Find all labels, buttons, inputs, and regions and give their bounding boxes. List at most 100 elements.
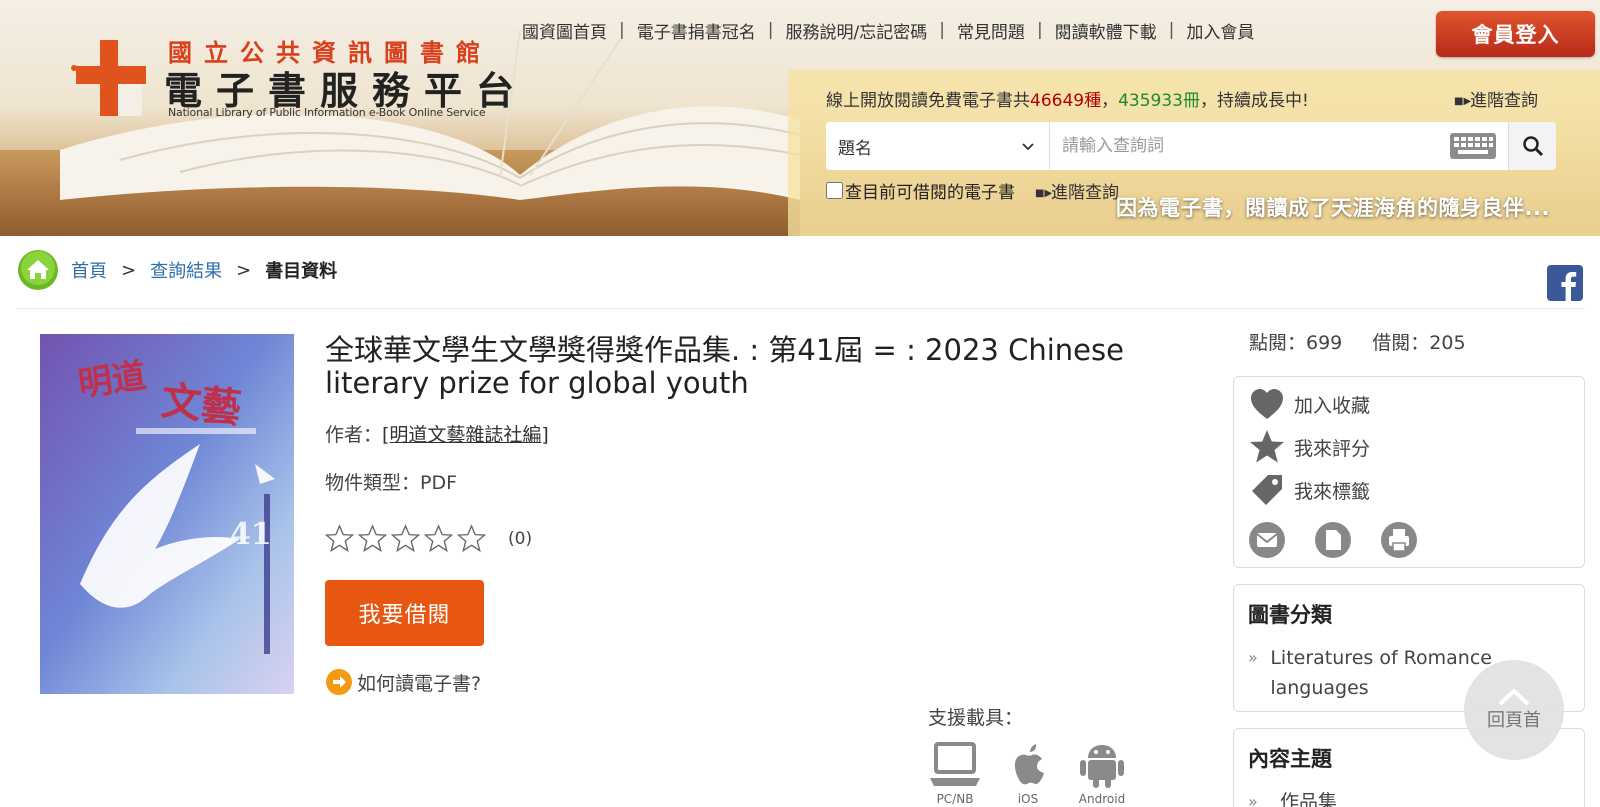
- classification-item[interactable]: » Literatures of Romance languages: [1248, 643, 1498, 703]
- facebook-icon[interactable]: [1547, 265, 1583, 301]
- advanced-search-label: 進階查詢: [1470, 91, 1538, 111]
- member-login-button[interactable]: 會員登入: [1436, 11, 1595, 57]
- advanced-search-link[interactable]: ■▶進階查詢: [1454, 86, 1538, 111]
- nav-separator: |: [767, 20, 774, 40]
- stats-suffix: ，持續成長中!: [1200, 91, 1309, 111]
- back-to-top-button[interactable]: 回頁首: [1464, 660, 1564, 760]
- search-bar: 題名: [826, 122, 1556, 170]
- breadcrumb-separator: >: [236, 259, 252, 281]
- svg-text:41: 41: [230, 517, 272, 552]
- subject-item-label: 作品集: [1280, 791, 1338, 807]
- advanced-search-link-2[interactable]: ■▶進階查詢: [1035, 178, 1119, 203]
- search-button[interactable]: [1508, 122, 1556, 170]
- home-icon[interactable]: [17, 249, 59, 291]
- nav-separator: |: [939, 20, 945, 40]
- chevron-down-icon: [1022, 143, 1034, 151]
- site-header: 國立公共資訊圖書館 電子書服務平台 National Library of Pu…: [0, 0, 1600, 236]
- subject-item[interactable]: » 作品集: [1248, 787, 1337, 807]
- heart-icon: [1251, 389, 1283, 419]
- classification-title: 圖書分類: [1248, 603, 1332, 627]
- arrow-right-circle-icon: [326, 669, 352, 695]
- stats-prefix: 線上開放閱讀免費電子書共: [826, 91, 1030, 111]
- email-share-icon[interactable]: [1248, 521, 1286, 559]
- search-icon: [1522, 136, 1543, 157]
- subject-title: 內容主題: [1248, 747, 1332, 771]
- collection-stats: 線上開放閱讀免費電子書共46649種，435933冊，持續成長中!: [826, 86, 1309, 111]
- nav-separator: |: [619, 20, 625, 40]
- star-empty-icon[interactable]: [457, 524, 486, 553]
- author-link[interactable]: [明道文藝雜誌社編]: [382, 424, 549, 446]
- star-empty-icon[interactable]: [391, 524, 420, 553]
- bullet-icon: ■▶: [1035, 188, 1053, 199]
- laptop-icon: [930, 742, 980, 786]
- tag-icon: [1252, 475, 1282, 505]
- search-input[interactable]: [1050, 122, 1438, 170]
- search-field-value: 題名: [838, 138, 872, 159]
- star-icon: [1250, 430, 1284, 463]
- device-ios-label: iOS: [1017, 792, 1039, 806]
- device-android: Android: [1072, 740, 1132, 806]
- breadcrumb-separator: >: [121, 259, 137, 281]
- copy-link-icon[interactable]: [1314, 521, 1352, 559]
- device-android-label: Android: [1078, 792, 1126, 806]
- library-logo-icon[interactable]: [70, 36, 154, 120]
- print-icon[interactable]: [1380, 521, 1418, 559]
- howto-read-link[interactable]: 如何讀電子書?: [325, 668, 481, 696]
- advanced-search-label-2: 進階查詢: [1051, 183, 1119, 203]
- back-to-top-label: 回頁首: [1487, 710, 1541, 731]
- book-title: 全球華文學生文學獎得獎作品集. : 第41屆 = : 2023 Chinese …: [325, 333, 1124, 400]
- type-value: PDF: [420, 472, 458, 494]
- star-empty-icon[interactable]: [325, 524, 354, 553]
- view-count: 點閱：699: [1249, 332, 1343, 354]
- available-only-label[interactable]: 查目前可借閱的電子書: [845, 178, 1015, 203]
- view-borrow-counts: 點閱：699 借閱：205: [1249, 328, 1466, 355]
- nav-separator: |: [1036, 20, 1043, 40]
- supported-devices-label: 支援載具：: [928, 707, 1024, 729]
- breadcrumb-divider: [17, 308, 1585, 309]
- chevron-up-icon: [1498, 688, 1530, 706]
- breadcrumb-results-link[interactable]: 查詢結果: [150, 257, 222, 283]
- rate-button[interactable]: 我來評分: [1248, 428, 1370, 466]
- double-chevron-icon: »: [1248, 792, 1258, 807]
- type-row: 物件類型：PDF: [325, 468, 457, 495]
- borrow-count: 借閱：205: [1372, 332, 1466, 354]
- nav-link-reader-download[interactable]: 閱讀軟體下載: [1055, 18, 1157, 43]
- star-empty-icon[interactable]: [358, 524, 387, 553]
- nav-link-faq[interactable]: 常見問題: [957, 18, 1025, 43]
- rating-count: (0): [508, 528, 533, 549]
- book-cover-image[interactable]: 明道 文藝 41: [40, 334, 294, 694]
- star-empty-icon[interactable]: [424, 524, 453, 553]
- nav-link-service-info[interactable]: 服務說明/忘記密碼: [785, 18, 927, 43]
- available-filter: 查目前可借閱的電子書 ■▶進階查詢: [826, 178, 1119, 203]
- top-navigation: 國資圖首頁 | 電子書捐書冠名 | 服務說明/忘記密碼 | 常見問題 | 閱讀軟…: [522, 18, 1254, 43]
- double-chevron-icon: »: [1248, 648, 1258, 667]
- available-only-checkbox[interactable]: [826, 182, 843, 199]
- android-icon: [1080, 745, 1124, 788]
- breadcrumb-home-link[interactable]: 首頁: [71, 257, 107, 283]
- nav-link-join-member[interactable]: 加入會員: [1186, 18, 1254, 43]
- actions-box: 加入收藏 我來評分 我來標籤: [1233, 376, 1585, 568]
- nav-link-home[interactable]: 國資圖首頁: [522, 18, 607, 43]
- rate-label: 我來評分: [1294, 437, 1371, 460]
- nav-separator: |: [1168, 20, 1175, 40]
- author-label: 作者：: [325, 424, 383, 446]
- apple-icon: [1014, 744, 1044, 785]
- add-favorite-button[interactable]: 加入收藏: [1248, 385, 1370, 423]
- breadcrumb: 首頁 > 查詢結果 > 書目資料: [17, 248, 337, 292]
- tag-button[interactable]: 我來標籤: [1248, 471, 1370, 509]
- banner-slogan: 因為電子書，閱讀成了天涯海角的隨身良伴...: [1116, 196, 1550, 220]
- search-panel: 線上開放閱讀免費電子書共46649種，435933冊，持續成長中! ■▶進階查詢…: [788, 70, 1600, 236]
- search-field-select[interactable]: 題名: [826, 122, 1050, 170]
- virtual-keyboard-icon[interactable]: [1438, 122, 1508, 170]
- classification-item-label: Literatures of Romance languages: [1270, 647, 1492, 699]
- stats-separator: ，: [1101, 91, 1119, 111]
- svg-text:文藝: 文藝: [159, 377, 243, 432]
- tag-label: 我來標籤: [1294, 480, 1371, 503]
- add-favorite-label: 加入收藏: [1294, 394, 1371, 417]
- bullet-icon: ■▶: [1454, 96, 1472, 107]
- nav-link-donation[interactable]: 電子書捐書冠名: [637, 18, 756, 43]
- stats-volumes: 435933冊: [1118, 91, 1200, 111]
- type-label: 物件類型：: [325, 472, 421, 494]
- logo-subtitle-english: National Library of Public Information e…: [168, 106, 486, 119]
- borrow-button[interactable]: 我要借閱: [325, 580, 484, 646]
